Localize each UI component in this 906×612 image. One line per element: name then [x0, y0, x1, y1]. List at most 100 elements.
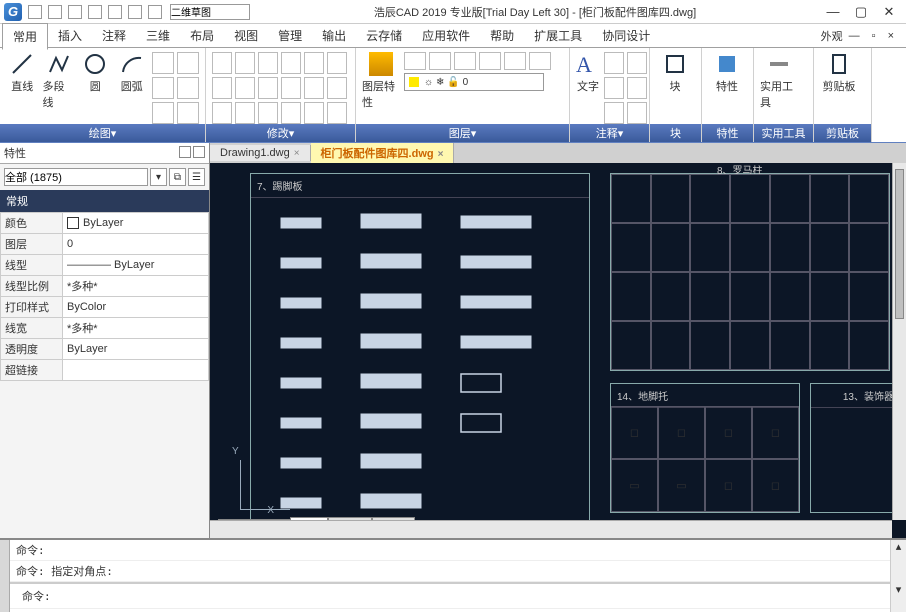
mirror-tool-icon[interactable]	[304, 52, 324, 74]
scale-tool-icon[interactable]	[258, 77, 278, 99]
ellipse-tool-icon[interactable]	[177, 77, 199, 99]
leader-icon[interactable]	[604, 77, 624, 99]
dim-align-icon[interactable]	[627, 52, 647, 74]
panel-roman-pillars: 8、罗马柱	[610, 173, 890, 371]
extend-tool-icon[interactable]	[281, 52, 301, 74]
panel-foot-brackets: 14、地脚托 ◻◻◻◻ ▭▭◻◻	[610, 383, 800, 513]
workspace-selector[interactable]	[170, 4, 250, 20]
appearance-menu[interactable]: 外观	[821, 28, 843, 44]
close-button[interactable]: ✕	[876, 4, 902, 20]
trim-tool-icon[interactable]	[258, 52, 278, 74]
dim-more-icon[interactable]	[627, 102, 647, 124]
tab-help[interactable]: 帮助	[480, 23, 524, 48]
tab-apps[interactable]: 应用软件	[412, 23, 480, 48]
qat-saveas-icon[interactable]	[88, 5, 102, 19]
pickset-button[interactable]: ☰	[188, 168, 205, 186]
tab-ext-tools[interactable]: 扩展工具	[524, 23, 592, 48]
qat-undo-icon[interactable]	[128, 5, 142, 19]
tab-common[interactable]: 常用	[2, 23, 48, 50]
qat-new-icon[interactable]	[28, 5, 42, 19]
arc-tool[interactable]: 圆弧	[116, 52, 149, 94]
polyline-tool[interactable]: 多段线	[43, 52, 76, 110]
join-tool-icon[interactable]	[281, 102, 301, 124]
panel-pin-icon[interactable]	[179, 146, 191, 158]
doc-tab-drawing1[interactable]: Drawing1.dwg×	[210, 145, 311, 161]
properties-panel: 特性 ▾ ⧉ ☰ 常规 颜色ByLayer 图层0 线型———— ByLayer…	[0, 143, 210, 538]
doc-tab-close-icon[interactable]: ×	[294, 148, 300, 159]
text-tool[interactable]: A文字	[576, 52, 600, 94]
more-draw-icon[interactable]	[177, 102, 199, 124]
utilities-tool[interactable]: 实用工具	[760, 52, 798, 110]
break-tool-icon[interactable]	[258, 102, 278, 124]
table-icon[interactable]	[627, 77, 647, 99]
doc-tab-library4[interactable]: 柜门板配件图库四.dwg×	[311, 143, 455, 163]
mtext-icon[interactable]	[604, 102, 624, 124]
tab-manage[interactable]: 管理	[268, 23, 312, 48]
stretch-tool-icon[interactable]	[235, 77, 255, 99]
tab-insert[interactable]: 插入	[48, 23, 92, 48]
minimize-button[interactable]: —	[820, 4, 846, 19]
tab-collab[interactable]: 协同设计	[592, 23, 660, 48]
layer-lock-icon[interactable]	[454, 52, 476, 70]
erase-tool-icon[interactable]	[212, 102, 232, 124]
vertical-scrollbar[interactable]	[892, 163, 906, 520]
array-tool-icon[interactable]	[281, 77, 301, 99]
more-modify-icon[interactable]	[327, 102, 347, 124]
cmdline-scrollbar[interactable]: ▴▾	[890, 540, 906, 612]
hatch-tool-icon[interactable]	[177, 52, 199, 74]
layer-freeze-icon[interactable]	[429, 52, 451, 70]
horizontal-scrollbar[interactable]	[210, 520, 892, 538]
ribbon: 直线 多段线 圆 圆弧 绘图 ▾ 修改 ▾ 图层特性	[0, 48, 906, 143]
cmdline-handle[interactable]	[0, 540, 10, 612]
block-tool[interactable]: 块	[656, 52, 694, 94]
qat-save-icon[interactable]	[68, 5, 82, 19]
move-tool-icon[interactable]	[212, 52, 232, 74]
qat-open-icon[interactable]	[48, 5, 62, 19]
fillet-tool-icon[interactable]	[327, 52, 347, 74]
tab-output[interactable]: 输出	[312, 23, 356, 48]
qat-print-icon[interactable]	[108, 5, 122, 19]
quickselect-button[interactable]: ⧉	[169, 168, 186, 186]
rotate-tool-icon[interactable]	[235, 52, 255, 74]
app-close-icon[interactable]: ×	[888, 30, 894, 42]
tab-cloud[interactable]: 云存储	[356, 23, 412, 48]
cmd-history-line: 命令: 指定对角点:	[10, 561, 890, 582]
layer-match-icon[interactable]	[504, 52, 526, 70]
point-tool-icon[interactable]	[152, 102, 174, 124]
group-label-layer[interactable]: 图层 ▾	[356, 124, 569, 142]
model-viewport[interactable]: 7、踢脚板 8、罗马柱	[210, 163, 906, 538]
panel-close-icon[interactable]	[193, 146, 205, 158]
rect-tool-icon[interactable]	[152, 52, 174, 74]
layer-iso-icon[interactable]	[479, 52, 501, 70]
offset-tool-icon[interactable]	[304, 77, 324, 99]
layer-on-icon[interactable]	[404, 52, 426, 70]
dim-linear-icon[interactable]	[604, 52, 624, 74]
tab-3d[interactable]: 三维	[136, 23, 180, 48]
align-tool-icon[interactable]	[304, 102, 324, 124]
group-label-annotate[interactable]: 注释 ▾	[570, 124, 649, 142]
qat-redo-icon[interactable]	[148, 5, 162, 19]
group-label-modify[interactable]: 修改 ▾	[206, 124, 355, 142]
layer-combo[interactable]: ☼ ❄ 🔓 0	[404, 73, 544, 91]
chamfer-tool-icon[interactable]	[327, 77, 347, 99]
tab-layout[interactable]: 布局	[180, 23, 224, 48]
tab-annotate[interactable]: 注释	[92, 23, 136, 48]
layer-prev-icon[interactable]	[529, 52, 551, 70]
doc-tab-close-icon[interactable]: ×	[438, 149, 444, 160]
spline-tool-icon[interactable]	[152, 77, 174, 99]
app-restore-icon[interactable]: ▫	[872, 30, 876, 42]
clipboard-tool[interactable]: 剪贴板	[820, 52, 858, 94]
selection-prev-button[interactable]: ▾	[150, 168, 167, 186]
group-label-draw[interactable]: 绘图 ▾	[0, 124, 205, 142]
app-minimize-icon[interactable]: —	[849, 30, 860, 42]
tab-view[interactable]: 视图	[224, 23, 268, 48]
maximize-button[interactable]: ▢	[848, 4, 874, 20]
copy-tool-icon[interactable]	[212, 77, 232, 99]
explode-tool-icon[interactable]	[235, 102, 255, 124]
command-input[interactable]	[53, 586, 884, 606]
circle-tool[interactable]: 圆	[79, 52, 112, 94]
selection-combo[interactable]	[4, 168, 148, 186]
line-tool[interactable]: 直线	[6, 52, 39, 94]
properties-tool[interactable]: 特性	[708, 52, 746, 94]
layer-properties-button[interactable]: 图层特性	[362, 52, 400, 110]
